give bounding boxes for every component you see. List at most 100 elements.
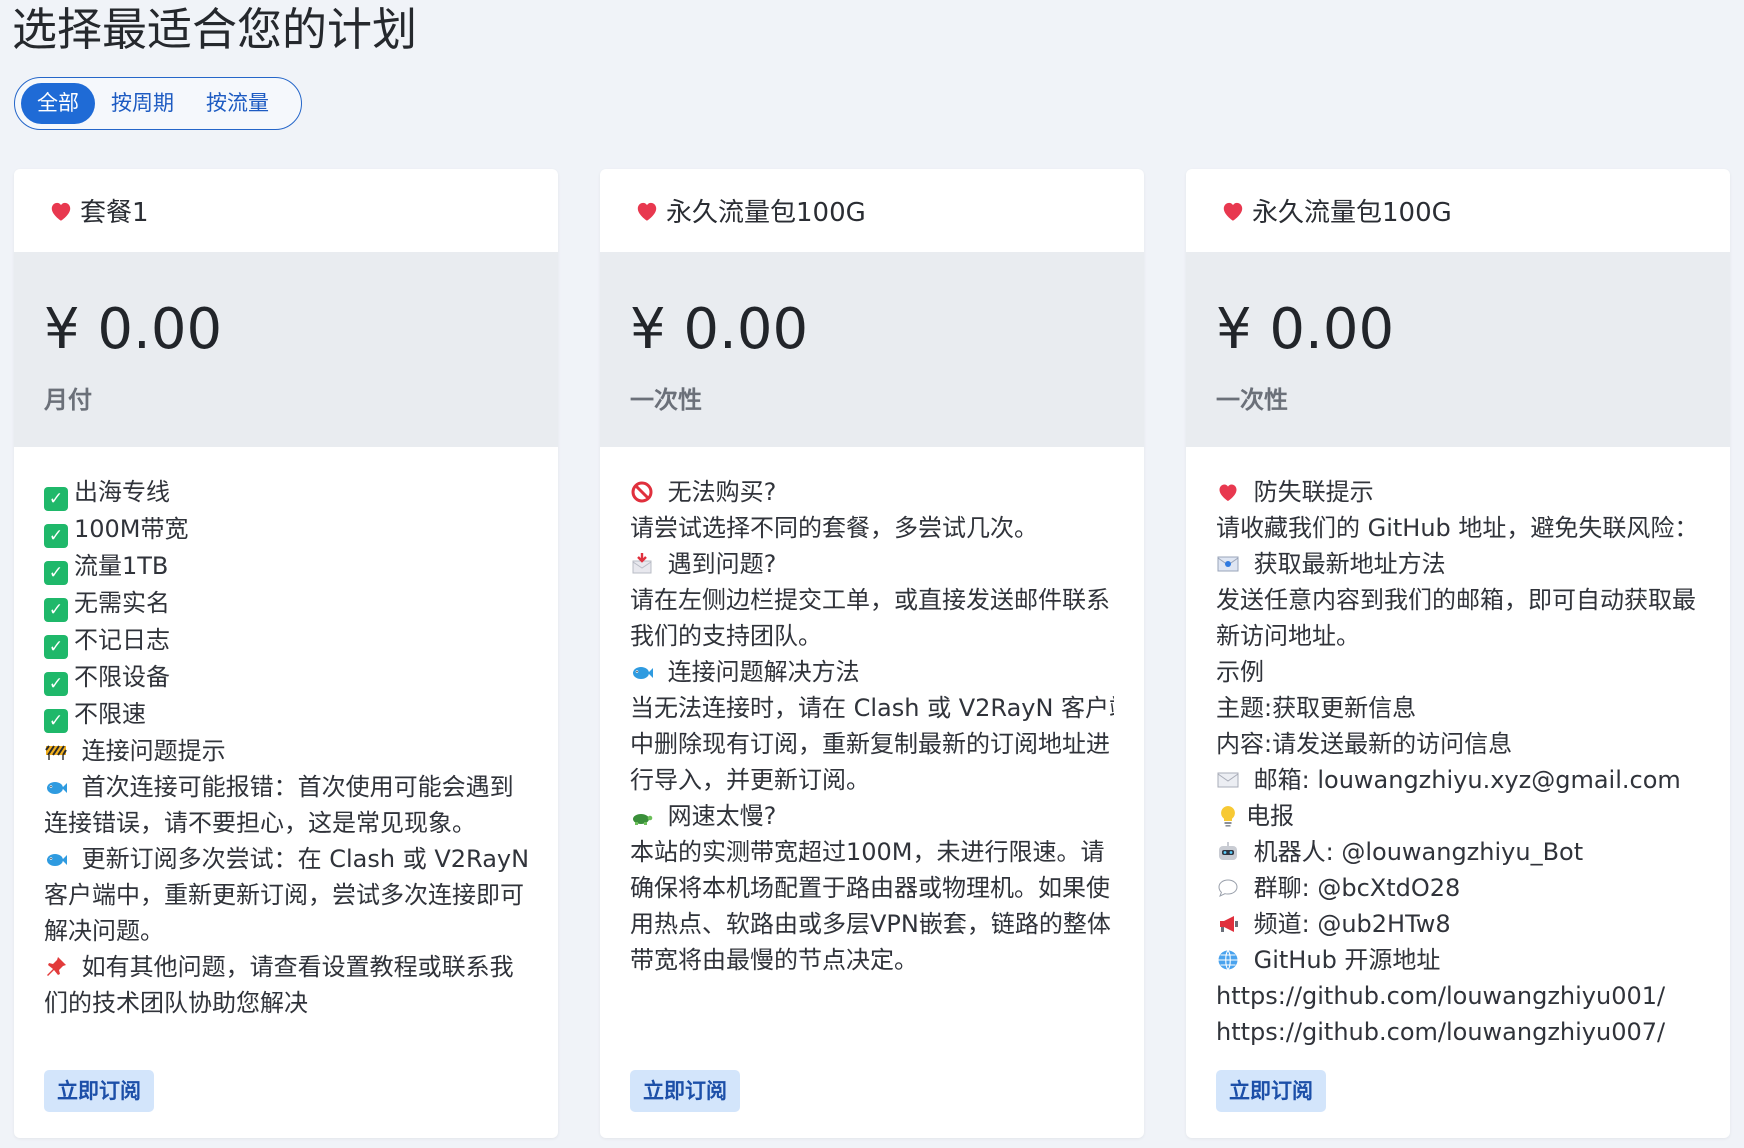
feature-line: 用热点、软路由或多层VPN嵌套，链路的整体: [630, 906, 1114, 942]
feature-text: 连接问题提示: [74, 737, 226, 765]
email-icon: [1216, 552, 1240, 576]
plan-period: 一次性: [1216, 386, 1288, 414]
feature-line: 本站的实测带宽超过100M，未进行限速。请: [630, 834, 1114, 870]
feature-line: 请在左侧边栏提交工单，或直接发送邮件联系: [630, 582, 1114, 618]
feature-text: 行导入，并更新订阅。: [630, 766, 870, 794]
feature-text: 请在左侧边栏提交工单，或直接发送邮件联系: [630, 586, 1110, 614]
feature-line: 内容:请发送最新的访问信息: [1216, 726, 1700, 762]
feature-line: 群聊: @bcXtdO28: [1216, 870, 1700, 906]
fish-icon: [630, 660, 654, 684]
feature-text: 不限速: [74, 700, 146, 728]
feature-line: ✓ 无需实名: [44, 585, 528, 622]
heart-icon: [1220, 198, 1246, 224]
feature-line: ✓ 流量1TB: [44, 548, 528, 585]
feature-line: ✓ 不限速: [44, 696, 528, 733]
page-title: 选择最适合您的计划: [12, 3, 418, 56]
plan-name: 永久流量包100G: [1252, 198, 1452, 228]
feature-line: GitHub 开源地址: [1216, 942, 1700, 978]
plan-price: ¥ 0.00: [44, 297, 223, 362]
price-panel: ¥ 0.00 一次性: [600, 252, 1144, 447]
feature-text: 们的技术团队协助您解决: [44, 989, 308, 1017]
feature-line: 获取最新地址方法: [1216, 546, 1700, 582]
check-icon: ✓: [44, 709, 68, 733]
pushpin-icon: [44, 955, 68, 979]
feature-line: 连接错误，请不要担心，这是常见现象。: [44, 805, 528, 841]
plan-name: 套餐1: [80, 198, 149, 228]
feature-text: 流量1TB: [74, 552, 169, 580]
feature-text: GitHub 开源地址: [1246, 946, 1441, 974]
feature-text: 中删除现有订阅，重新复制最新的订阅地址进: [630, 730, 1110, 758]
feature-text: 当无法连接时，请在 Clash 或 V2RayN 客户端: [630, 694, 1114, 722]
feature-line: 客户端中，重新更新订阅，尝试多次连接即可: [44, 877, 528, 913]
feature-line: 我们的支持团队。: [630, 618, 1114, 654]
feature-line: 主题:获取更新信息: [1216, 690, 1700, 726]
feature-line: ✓ 100M带宽: [44, 511, 528, 548]
feature-text: 出海专线: [74, 478, 170, 506]
envelope-arrow-icon: [630, 552, 654, 576]
feature-line: ✓ 出海专线: [44, 474, 528, 511]
feature-text: 获取最新地址方法: [1246, 550, 1446, 578]
globe-icon: [1216, 948, 1240, 972]
feature-line: 解决问题。: [44, 913, 528, 949]
feature-line: 如有其他问题，请查看设置教程或联系我: [44, 949, 528, 985]
feature-text: 连接错误，请不要担心，这是常见现象。: [44, 809, 476, 837]
filter-tab-by-period[interactable]: 按周期: [95, 83, 190, 124]
price-panel: ¥ 0.00 月付: [14, 252, 558, 447]
plan-card-header: 套餐1: [14, 169, 558, 252]
feature-text: 无需实名: [74, 589, 170, 617]
plan-price: ¥ 0.00: [630, 297, 809, 362]
feature-text: 我们的支持团队。: [630, 622, 822, 650]
plan-card: 永久流量包100G ¥ 0.00 一次性 防失联提示 请收藏我们的 GitHub 地址…: [1186, 169, 1730, 1138]
feature-text: 遇到问题?: [660, 550, 777, 578]
feature-line: 机器人: @louwangzhiyu_Bot: [1216, 834, 1700, 870]
feature-line: 示例: [1216, 654, 1700, 690]
feature-line: 们的技术团队协助您解决: [44, 985, 528, 1021]
feature-text: 本站的实测带宽超过100M，未进行限速。请: [630, 838, 1105, 866]
feature-text: 主题:获取更新信息: [1216, 694, 1417, 722]
feature-line: 中删除现有订阅，重新复制最新的订阅地址进: [630, 726, 1114, 762]
feature-line: 首次连接可能报错：首次使用可能会遇到: [44, 769, 528, 805]
plan-filter-group: 全部 按周期 按流量: [14, 77, 302, 130]
heart-icon: [1216, 480, 1240, 504]
feature-line: https://github.com/louwangzhiyu001/: [1216, 978, 1700, 1014]
feature-text: 解决问题。: [44, 917, 164, 945]
price-panel: ¥ 0.00 一次性: [1186, 252, 1730, 447]
feature-text: 首次连接可能报错：首次使用可能会遇到: [74, 773, 514, 801]
feature-line: 无法购买?: [630, 474, 1114, 510]
construction-icon: [44, 739, 68, 763]
fish-icon: [44, 847, 68, 871]
feature-text: https://github.com/louwangzhiyu001/: [1216, 982, 1666, 1010]
feature-text: https://github.com/louwangzhiyu007/: [1216, 1018, 1666, 1046]
plan-period: 一次性: [630, 386, 702, 414]
feature-line: 行导入，并更新订阅。: [630, 762, 1114, 798]
plan-features: ✓ 出海专线 ✓ 100M带宽 ✓ 流量1TB ✓ 无需实名 ✓ 不记日志 ✓ 不限设备 ✓ 不限速 连接…: [14, 447, 558, 1021]
feature-text: 群聊: @bcXtdO28: [1246, 874, 1461, 902]
speech-bubble-icon: [1216, 876, 1240, 900]
plan-price: ¥ 0.00: [1216, 297, 1395, 362]
feature-line: 遇到问题?: [630, 546, 1114, 582]
filter-tab-by-traffic[interactable]: 按流量: [190, 83, 285, 124]
feature-line: 请尝试选择不同的套餐，多尝试几次。: [630, 510, 1114, 546]
bulb-icon: [1216, 804, 1240, 828]
subscribe-button[interactable]: 立即订阅: [630, 1070, 740, 1112]
robot-icon: [1216, 840, 1240, 864]
feature-text: 发送任意内容到我们的邮箱，即可自动获取最: [1216, 586, 1696, 614]
feature-text: 无法购买?: [660, 478, 777, 506]
filter-tab-all[interactable]: 全部: [21, 83, 95, 124]
feature-line: 网速太慢?: [630, 798, 1114, 834]
feature-line: 邮箱: louwangzhiyu.xyz@gmail.com: [1216, 762, 1700, 798]
feature-text: 更新订阅多次尝试：在 Clash 或 V2RayN: [74, 845, 528, 873]
subscribe-button[interactable]: 立即订阅: [1216, 1070, 1326, 1112]
feature-text: 电报: [1246, 802, 1294, 830]
subscribe-button[interactable]: 立即订阅: [44, 1070, 154, 1112]
feature-line: 频道: @ub2HTw8: [1216, 906, 1700, 942]
feature-line: 连接问题解决方法: [630, 654, 1114, 690]
fish-icon: [44, 775, 68, 799]
feature-text: 如有其他问题，请查看设置教程或联系我: [74, 953, 514, 981]
feature-text: 网速太慢?: [660, 802, 777, 830]
no-entry-icon: [630, 480, 654, 504]
heart-icon: [48, 198, 74, 224]
feature-text: 频道: @ub2HTw8: [1246, 910, 1451, 938]
plan-features: 防失联提示 请收藏我们的 GitHub 地址，避免失联风险： 获取最新地址方法 发送…: [1186, 447, 1730, 1050]
check-icon: ✓: [44, 672, 68, 696]
